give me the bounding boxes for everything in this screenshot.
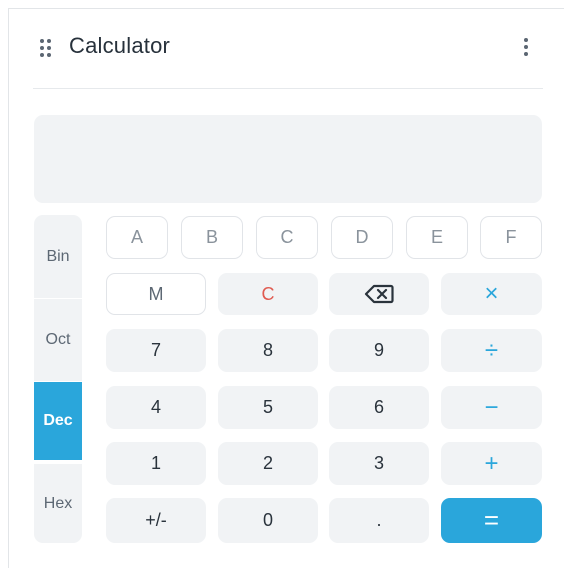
key-hex-f[interactable]: F bbox=[480, 216, 542, 259]
clear-button[interactable]: C bbox=[218, 273, 318, 315]
key-7[interactable]: 7 bbox=[106, 329, 206, 372]
key-hex-e[interactable]: E bbox=[406, 216, 468, 259]
add-button[interactable]: + bbox=[441, 442, 542, 485]
key-hex-c[interactable]: C bbox=[256, 216, 318, 259]
subtract-button[interactable]: − bbox=[441, 386, 542, 429]
panel-header: Calculator bbox=[33, 24, 543, 70]
base-hex[interactable]: Hex bbox=[34, 464, 82, 543]
key-1[interactable]: 1 bbox=[106, 442, 206, 485]
memory-button[interactable]: M bbox=[106, 273, 206, 315]
header-divider bbox=[33, 88, 543, 89]
key-hex-a[interactable]: A bbox=[106, 216, 168, 259]
decimal-button[interactable]: . bbox=[329, 498, 429, 543]
base-bin[interactable]: Bin bbox=[34, 215, 82, 298]
backspace-button[interactable] bbox=[329, 273, 429, 315]
key-0[interactable]: 0 bbox=[218, 498, 318, 543]
key-2[interactable]: 2 bbox=[218, 442, 318, 485]
base-oct[interactable]: Oct bbox=[34, 299, 82, 381]
key-8[interactable]: 8 bbox=[218, 329, 318, 372]
key-hex-b[interactable]: B bbox=[181, 216, 243, 259]
equals-button[interactable]: = bbox=[441, 498, 542, 543]
key-5[interactable]: 5 bbox=[218, 386, 318, 429]
sign-toggle-button[interactable]: +/- bbox=[106, 498, 206, 543]
more-options-icon[interactable] bbox=[519, 38, 533, 60]
key-9[interactable]: 9 bbox=[329, 329, 429, 372]
calculator-display bbox=[34, 115, 542, 203]
key-hex-d[interactable]: D bbox=[331, 216, 393, 259]
panel-title: Calculator bbox=[69, 33, 171, 58]
backspace-icon bbox=[364, 284, 394, 304]
base-dec[interactable]: Dec bbox=[34, 382, 82, 460]
key-6[interactable]: 6 bbox=[329, 386, 429, 429]
key-3[interactable]: 3 bbox=[329, 442, 429, 485]
key-4[interactable]: 4 bbox=[106, 386, 206, 429]
divide-button[interactable]: ÷ bbox=[441, 329, 542, 372]
multiply-button[interactable]: × bbox=[441, 273, 542, 315]
drag-handle-icon[interactable] bbox=[40, 39, 54, 57]
